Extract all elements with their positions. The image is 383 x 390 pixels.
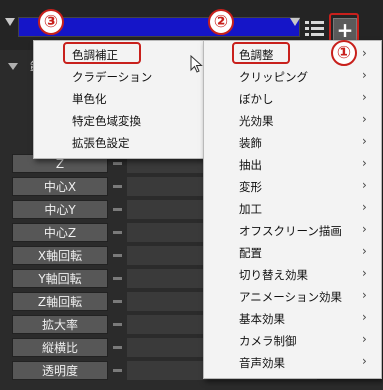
chevron-right-icon: › xyxy=(362,244,367,258)
chevron-right-icon: › xyxy=(362,288,367,302)
chevron-right-icon: › xyxy=(362,354,367,368)
color-correction-menu-item[interactable]: 拡張色設定 xyxy=(72,135,130,151)
filter-category-item[interactable]: オフスクリーン描画 xyxy=(239,223,342,239)
param-mode-icon[interactable] xyxy=(113,162,122,165)
collapse-triangle-icon[interactable] xyxy=(8,63,18,70)
filter-category-item[interactable]: 抽出 xyxy=(239,157,262,173)
callout-one: ① xyxy=(331,40,357,66)
param-mode-icon[interactable] xyxy=(113,369,122,372)
chevron-right-icon: › xyxy=(362,90,367,104)
filter-category-item[interactable]: 加工 xyxy=(239,201,262,217)
param-mode-icon[interactable] xyxy=(113,277,122,280)
param-mode-icon[interactable] xyxy=(113,185,122,188)
chevron-right-icon: › xyxy=(362,266,367,280)
param-mode-icon[interactable] xyxy=(113,323,122,326)
param-label[interactable]: 中心Y xyxy=(12,200,108,219)
filter-category-item[interactable]: クリッピング xyxy=(239,69,308,85)
chevron-right-icon: › xyxy=(362,178,367,192)
filter-category-item[interactable]: 配置 xyxy=(239,245,262,261)
selected-category-highlight xyxy=(232,42,290,64)
chevron-right-icon: › xyxy=(362,222,367,236)
triangle-marker-icon xyxy=(5,18,15,26)
mouse-cursor-icon xyxy=(190,54,204,79)
param-mode-icon[interactable] xyxy=(113,254,122,257)
chevron-right-icon: › xyxy=(362,200,367,214)
param-mode-icon[interactable] xyxy=(113,231,122,234)
triangle-marker-icon xyxy=(290,18,300,26)
chevron-right-icon: › xyxy=(362,310,367,324)
filter-category-item[interactable]: 変形 xyxy=(239,179,262,195)
param-mode-icon[interactable] xyxy=(113,346,122,349)
filter-category-item[interactable]: ぼかし xyxy=(239,91,274,107)
param-label[interactable]: 縦横比 xyxy=(12,338,108,357)
param-label[interactable]: 中心Z xyxy=(12,223,108,242)
chevron-right-icon: › xyxy=(362,156,367,170)
selected-item-highlight xyxy=(63,42,141,64)
filter-category-item[interactable]: アニメーション効果 xyxy=(239,289,342,305)
callout-three: ③ xyxy=(38,9,64,35)
color-correction-menu-item[interactable]: クラデーション xyxy=(72,69,152,85)
param-label[interactable]: 中心X xyxy=(12,177,108,196)
filter-category-item[interactable]: 基本効果 xyxy=(239,311,285,327)
param-label[interactable]: 拡大率 xyxy=(12,315,108,334)
color-correction-menu-item[interactable]: 単色化 xyxy=(72,91,107,107)
filter-category-item[interactable]: カメラ制御 xyxy=(239,333,297,349)
chevron-right-icon: › xyxy=(362,112,367,126)
filter-category-item[interactable]: 音声効果 xyxy=(239,355,285,371)
filter-category-item[interactable]: 光効果 xyxy=(239,113,274,129)
chevron-right-icon: › xyxy=(362,134,367,148)
param-mode-icon[interactable] xyxy=(113,208,122,211)
param-label[interactable]: Y軸回転 xyxy=(12,269,108,288)
callout-two: ② xyxy=(208,9,234,35)
chevron-right-icon: › xyxy=(362,46,367,60)
param-label[interactable]: Z軸回転 xyxy=(12,292,108,311)
chevron-right-icon: › xyxy=(362,68,367,82)
filter-category-menu: 色調整 › クリッピング › ぼかし › 光効果 › 装飾 › 抽出 › 変形 › 加工 › オフスクリーン描画… xyxy=(203,40,382,379)
color-correction-menu: 色調補正 クラデーション 単色化 特定色域変換 拡張色設定 xyxy=(33,40,205,159)
filter-category-item[interactable]: 装飾 xyxy=(239,135,262,151)
list-view-icon[interactable] xyxy=(302,18,326,40)
param-mode-icon[interactable] xyxy=(113,300,122,303)
filter-category-item[interactable]: 切り替え効果 xyxy=(239,267,308,283)
chevron-right-icon: › xyxy=(362,332,367,346)
param-label[interactable]: 透明度 xyxy=(12,361,108,380)
param-label[interactable]: X軸回転 xyxy=(12,246,108,265)
color-correction-menu-item[interactable]: 特定色域変換 xyxy=(72,113,141,129)
